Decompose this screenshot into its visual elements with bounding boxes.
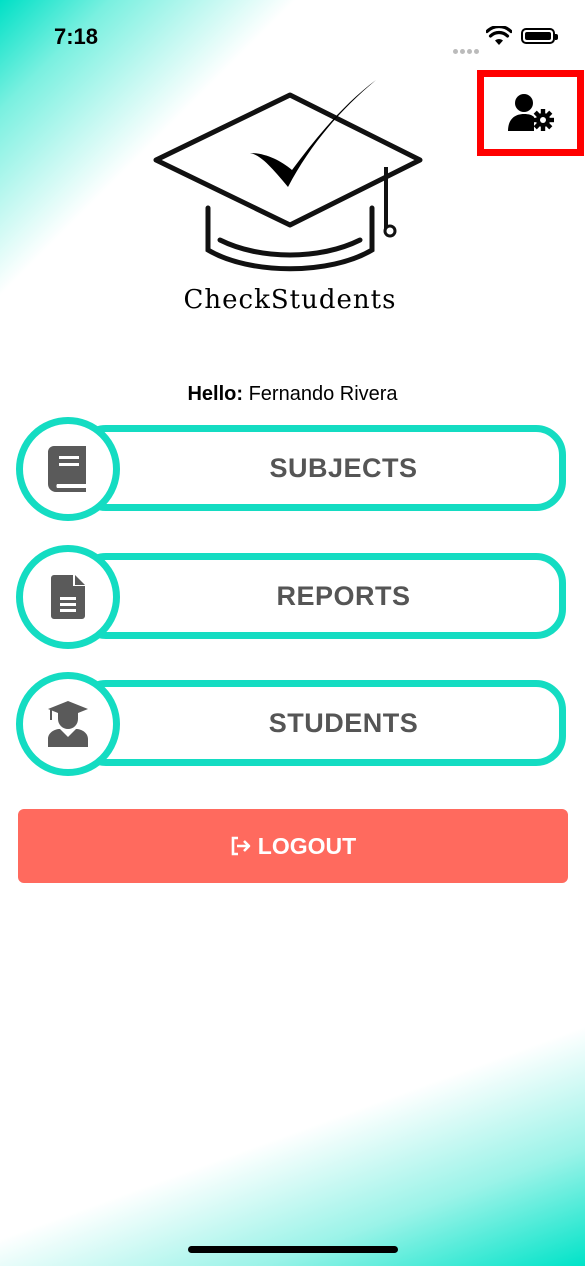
reports-button[interactable]: REPORTS xyxy=(16,545,568,649)
subjects-label: SUBJECTS xyxy=(269,453,417,484)
logout-button[interactable]: LOGOUT xyxy=(18,809,568,883)
reports-pill: REPORTS xyxy=(76,553,566,639)
subjects-pill: SUBJECTS xyxy=(76,425,566,511)
background-gradient-bottom xyxy=(0,946,585,1266)
subjects-icon-circle xyxy=(16,417,120,521)
greeting: Hello: Fernando Rivera xyxy=(0,383,585,406)
students-label: STUDENTS xyxy=(269,708,419,739)
greeting-prefix: Hello: xyxy=(187,383,243,405)
students-icon-circle xyxy=(16,672,120,776)
reports-label: REPORTS xyxy=(276,581,410,612)
user-name: Fernando Rivera xyxy=(249,383,398,405)
logo-text: CheckStudents xyxy=(150,285,430,315)
subjects-button[interactable]: SUBJECTS xyxy=(16,417,568,521)
wifi-icon xyxy=(486,26,512,46)
reports-icon-circle xyxy=(16,545,120,649)
book-icon xyxy=(48,446,88,492)
signal-icon xyxy=(453,41,481,59)
user-settings-button[interactable] xyxy=(477,70,584,156)
logout-label: LOGOUT xyxy=(258,833,356,860)
battery-icon xyxy=(521,28,555,44)
status-time: 7:18 xyxy=(54,24,98,50)
students-button[interactable]: STUDENTS xyxy=(16,672,568,776)
home-indicator xyxy=(188,1246,398,1253)
graduate-icon xyxy=(46,701,90,747)
document-icon xyxy=(51,575,85,619)
user-gear-icon xyxy=(507,93,555,133)
status-bar: 7:18 xyxy=(0,0,585,70)
students-pill: STUDENTS xyxy=(76,680,566,766)
logout-icon xyxy=(230,836,252,856)
